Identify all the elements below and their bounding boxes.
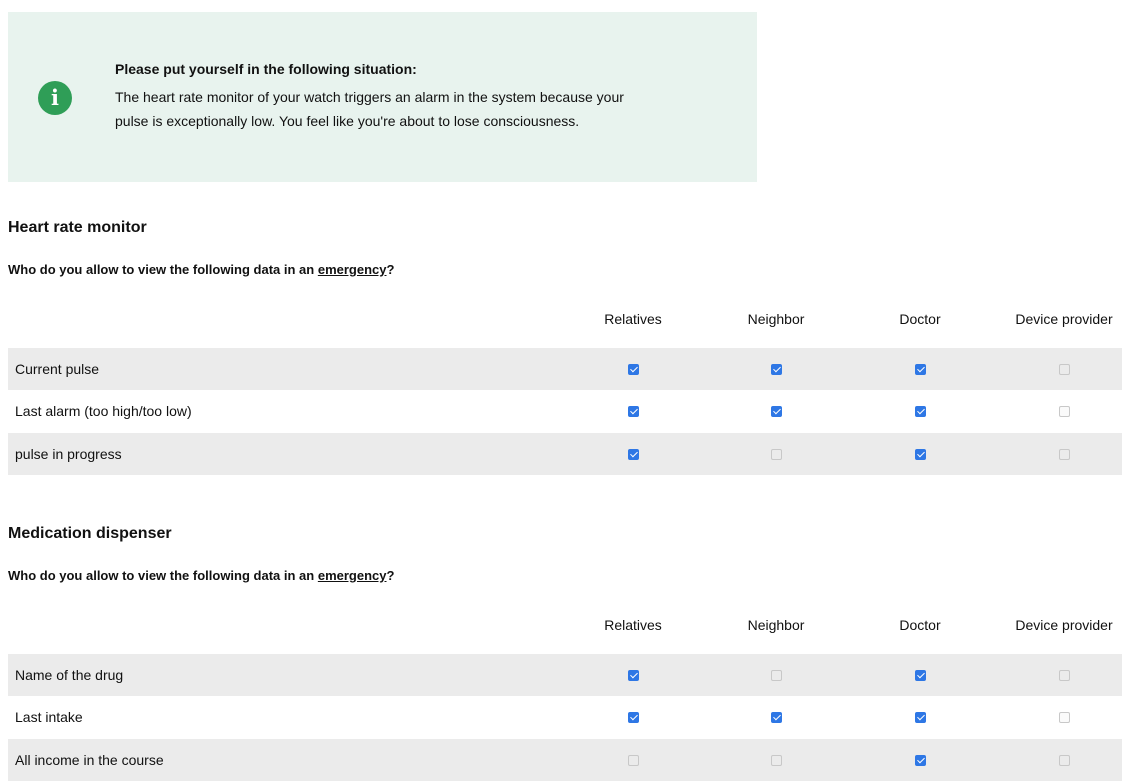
table-row: pulse in progress [8,433,1122,475]
checkbox-device-provider[interactable] [1059,449,1070,460]
column-header-neighbor: Neighbor [747,617,805,633]
table-row: Last alarm (too high/too low) [8,390,1122,432]
checkbox-neighbor[interactable] [771,755,782,766]
checkbox-relatives[interactable] [628,755,639,766]
checkbox-neighbor[interactable] [771,670,782,681]
row-label: All income in the course [15,752,164,768]
row-label: Last intake [15,709,83,725]
checkbox-device-provider[interactable] [1059,406,1070,417]
checkbox-relatives[interactable] [628,364,639,375]
table-row: Last intake [8,696,1122,738]
info-panel: i Please put yourself in the following s… [8,12,757,182]
question-mark: ? [386,262,395,277]
info-text-line-1: The heart rate monitor of your watch tri… [115,89,624,105]
section-title-medication-dispenser: Medication dispenser [8,525,172,542]
checkbox-relatives[interactable] [628,712,639,723]
checkbox-neighbor[interactable] [771,364,782,375]
table-row: Name of the drug [8,654,1122,696]
section-question: Who do you allow to view the following d… [8,568,394,584]
checkbox-relatives[interactable] [628,449,639,460]
table-row: Current pulse [8,348,1122,390]
checkbox-doctor[interactable] [915,406,926,417]
info-text: The heart rate monitor of your watch tri… [115,85,735,133]
column-header-neighbor: Neighbor [747,311,805,327]
checkbox-doctor[interactable] [915,670,926,681]
question-mark: ? [386,568,395,583]
table-row: All income in the course [8,739,1122,781]
column-header-device-provider: Device provider [1015,617,1113,633]
checkbox-device-provider[interactable] [1059,364,1070,375]
checkbox-doctor[interactable] [915,364,926,375]
row-label: Name of the drug [15,667,124,683]
question-text: Who do you allow to view the following d… [8,568,318,583]
info-title: Please put yourself in the following sit… [115,61,417,77]
column-header-relatives: Relatives [604,617,662,633]
info-icon: i [38,81,72,115]
column-header-device-provider: Device provider [1015,311,1113,327]
checkbox-device-provider[interactable] [1059,670,1070,681]
info-text-line-2: pulse is exceptionally low. You feel lik… [115,113,580,129]
checkbox-neighbor[interactable] [771,712,782,723]
column-header-doctor: Doctor [899,311,941,327]
checkbox-device-provider[interactable] [1059,712,1070,723]
checkbox-relatives[interactable] [628,670,639,681]
column-header-relatives: Relatives [604,311,662,327]
checkbox-doctor[interactable] [915,712,926,723]
checkbox-device-provider[interactable] [1059,755,1070,766]
row-label: Last alarm (too high/too low) [15,403,192,419]
emergency-link[interactable]: emergency [318,568,387,583]
emergency-link[interactable]: emergency [318,262,387,277]
section-question: Who do you allow to view the following d… [8,262,394,278]
checkbox-doctor[interactable] [915,755,926,766]
checkbox-relatives[interactable] [628,406,639,417]
checkbox-doctor[interactable] [915,449,926,460]
question-text: Who do you allow to view the following d… [8,262,318,277]
row-label: Current pulse [15,361,100,377]
row-label: pulse in progress [15,446,122,462]
section-title-heart-rate-monitor: Heart rate monitor [8,219,147,236]
checkbox-neighbor[interactable] [771,406,782,417]
column-header-doctor: Doctor [899,617,941,633]
checkbox-neighbor[interactable] [771,449,782,460]
